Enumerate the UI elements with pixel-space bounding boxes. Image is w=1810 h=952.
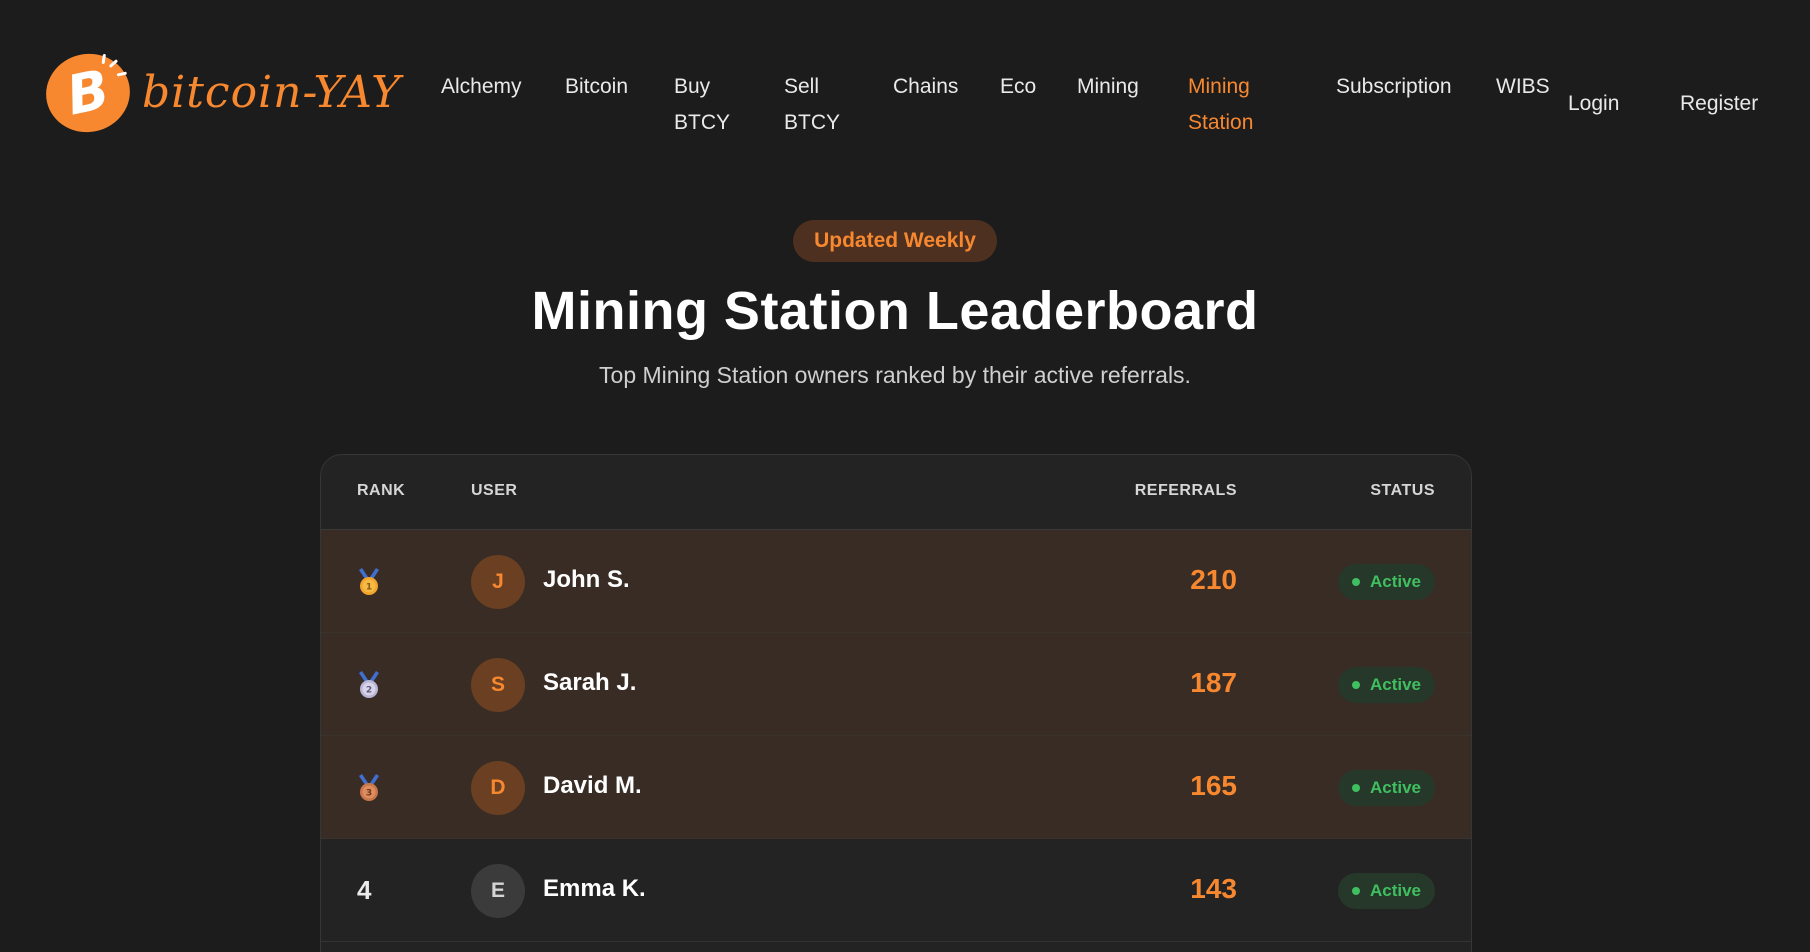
bronze-medal-icon: 3 — [359, 774, 379, 801]
svg-text:2: 2 — [366, 686, 372, 696]
table-row: 3 D David M. 165 Active — [321, 736, 1471, 839]
nav-item-mining-station[interactable]: Mining Station — [1188, 69, 1253, 141]
nav-item-mining[interactable]: Mining — [1077, 69, 1139, 105]
avatar: D — [471, 761, 525, 815]
user-name: David M. — [543, 772, 642, 799]
table-header: RANK USER REFERRALS STATUS — [321, 455, 1471, 530]
silver-medal-icon: 2 — [359, 671, 379, 698]
status-badge: Active — [1338, 873, 1435, 909]
bitcoin-sun-logo-icon: B — [38, 46, 138, 140]
table-row: 2 S Sarah J. 187 Active — [321, 633, 1471, 736]
referral-count: 210 — [1190, 564, 1237, 595]
status-badge: Active — [1338, 667, 1435, 703]
brand-name: bitcoin-YAY — [142, 67, 402, 118]
avatar: E — [471, 864, 525, 918]
nav-item-alchemy[interactable]: Alchemy — [441, 69, 522, 105]
table-row: 1 J John S. 210 Active — [321, 530, 1471, 633]
updated-weekly-badge: Updated Weekly — [793, 220, 997, 262]
status-dot-icon — [1351, 887, 1360, 895]
login-link[interactable]: Login — [1568, 86, 1619, 122]
nav-item-label-line1: Sell — [784, 75, 820, 98]
table-row: 4 E Emma K. 143 Active — [321, 839, 1471, 942]
status-dot-icon — [1351, 784, 1360, 792]
nav-item-chains[interactable]: Chains — [893, 69, 958, 105]
user-name: Emma K. — [543, 875, 646, 902]
status-badge: Active — [1338, 770, 1435, 806]
gold-medal-icon: 1 — [359, 568, 379, 595]
avatar: S — [471, 658, 525, 712]
status-dot-icon — [1351, 681, 1360, 689]
register-link[interactable]: Register — [1680, 86, 1758, 122]
nav-item-subscription[interactable]: Subscription — [1336, 69, 1452, 105]
status-label: Active — [1369, 881, 1422, 900]
nav-item-eco[interactable]: Eco — [1000, 69, 1036, 105]
nav-item-label-line2: Station — [1188, 111, 1254, 134]
column-header-user: USER — [471, 482, 518, 499]
nav-item-label-line1: Buy — [674, 75, 711, 98]
brand-logo-link[interactable]: B bitcoin-YAY — [38, 46, 402, 140]
nav-item-sell-btcy[interactable]: Sell BTCY — [784, 69, 840, 141]
nav-item-bitcoin[interactable]: Bitcoin — [565, 69, 628, 105]
top-navbar: B bitcoin-YAY Alchemy Bitcoin Buy BTCY S… — [0, 0, 1810, 160]
column-header-rank: RANK — [357, 482, 406, 499]
status-label: Active — [1369, 572, 1422, 591]
status-badge: Active — [1338, 564, 1435, 600]
page-subtitle: Top Mining Station owners ranked by thei… — [599, 362, 1191, 388]
nav-item-label-line1: Mining — [1188, 75, 1250, 98]
referral-count: 187 — [1190, 667, 1237, 698]
page-title: Mining Station Leaderboard — [531, 281, 1259, 341]
referral-count: 143 — [1190, 873, 1237, 904]
user-name: Sarah J. — [543, 669, 637, 696]
rank-number: 4 — [357, 875, 372, 905]
avatar: J — [471, 555, 525, 609]
user-name: John S. — [543, 566, 630, 593]
column-header-referrals: REFERRALS — [1134, 482, 1237, 499]
status-dot-icon — [1351, 578, 1360, 586]
nav-item-label-line2: BTCY — [674, 111, 731, 134]
nav-item-wibs[interactable]: WIBS — [1496, 69, 1550, 105]
column-header-status: STATUS — [1370, 482, 1435, 499]
leaderboard-table: RANK USER REFERRALS STATUS 1 J John S. 2… — [320, 454, 1472, 952]
status-label: Active — [1369, 675, 1422, 694]
referral-count: 165 — [1190, 770, 1237, 801]
page: B bitcoin-YAY Alchemy Bitcoin Buy BTCY S… — [0, 0, 1810, 952]
nav-item-buy-btcy[interactable]: Buy BTCY — [674, 69, 730, 141]
svg-text:3: 3 — [366, 789, 372, 799]
status-label: Active — [1369, 778, 1422, 797]
nav-item-label-line2: BTCY — [784, 111, 841, 134]
svg-text:1: 1 — [366, 583, 372, 593]
